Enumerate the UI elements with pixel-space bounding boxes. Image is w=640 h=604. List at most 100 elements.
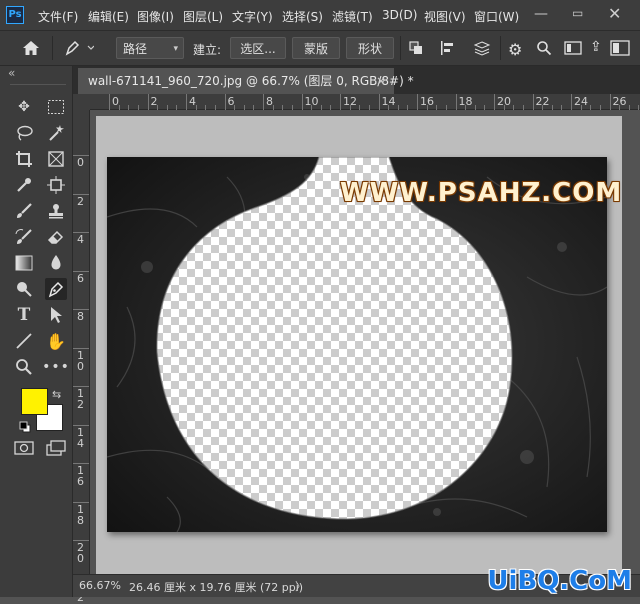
brush-tool-icon[interactable] xyxy=(13,200,35,222)
path-operations-icon[interactable] xyxy=(408,40,424,59)
ruler-tick xyxy=(73,309,89,310)
ruler-tick xyxy=(73,232,89,233)
lasso-tool-icon[interactable] xyxy=(13,122,35,144)
ruler-tick xyxy=(109,94,110,110)
ruler-tick xyxy=(609,94,611,110)
close-window-icon[interactable]: ✕ xyxy=(608,4,621,23)
menu-select[interactable]: 选择(S) xyxy=(282,8,323,25)
document-tab-title: wall-671141_960_720.jpg @ 66.7% (图层 0, R… xyxy=(88,74,414,88)
ruler-tick xyxy=(73,155,89,156)
eyedropper-tool-icon[interactable] xyxy=(13,174,35,196)
chevron-down-icon: ▾ xyxy=(173,44,178,54)
restore-icon[interactable]: ▭ xyxy=(572,6,583,20)
zoom-level[interactable]: 66.67% xyxy=(79,579,121,592)
ruler-label: 1 0 xyxy=(77,348,84,373)
blur-tool-icon[interactable] xyxy=(45,252,67,274)
minimize-icon[interactable]: — xyxy=(534,6,548,22)
path-selection-tool-icon[interactable] xyxy=(45,304,67,326)
horizontal-ruler: 0 2 4 6 8 10 12 14 16 18 20 22 24 26 xyxy=(90,94,640,110)
photoshop-logo: Ps xyxy=(6,6,24,24)
document-info: 26.46 厘米 x 19.76 厘米 (72 ppi) xyxy=(129,581,304,594)
marquee-tool-icon[interactable] xyxy=(45,96,67,118)
menu-file[interactable]: 文件(F) xyxy=(38,8,78,25)
path-alignment-icon[interactable] xyxy=(440,40,456,59)
ruler-tick xyxy=(301,94,303,110)
separator xyxy=(400,36,401,60)
panel-icon[interactable] xyxy=(610,40,630,59)
close-tab-icon[interactable]: × xyxy=(376,68,386,94)
menu-type[interactable]: 文字(Y) xyxy=(232,8,273,25)
menu-window[interactable]: 窗口(W) xyxy=(474,8,519,25)
status-menu-arrow-icon[interactable]: 〉 xyxy=(295,578,306,594)
history-brush-tool-icon[interactable] xyxy=(13,226,35,248)
mode-select[interactable]: 路径 ▾ xyxy=(116,37,184,59)
hand-tool-icon[interactable]: ✋ xyxy=(45,330,67,352)
document-tab[interactable]: wall-671141_960_720.jpg @ 66.7% (图层 0, R… xyxy=(78,68,414,94)
type-tool-icon[interactable]: T xyxy=(13,304,35,326)
ruler-origin[interactable] xyxy=(73,94,90,110)
ruler-tick xyxy=(73,193,89,195)
frame-tool-icon[interactable] xyxy=(45,148,67,170)
ruler-tick xyxy=(73,347,89,349)
make-mask-button[interactable]: 蒙版 xyxy=(292,37,340,59)
quick-mask-icon[interactable] xyxy=(13,440,35,459)
ruler-tick xyxy=(417,94,418,110)
ruler-label: 6 xyxy=(77,271,84,285)
menu-edit[interactable]: 编辑(E) xyxy=(88,8,129,25)
watermark-text: WWW.PSAHZ.COM xyxy=(340,178,623,208)
ruler-tick xyxy=(147,94,149,110)
home-icon[interactable] xyxy=(22,40,40,59)
ruler-tick xyxy=(73,270,89,272)
pen-tool-preset-icon[interactable] xyxy=(64,40,95,59)
separator xyxy=(52,36,53,60)
ruler-label: 8 xyxy=(77,310,84,323)
gear-icon[interactable]: ⚙ xyxy=(508,40,522,59)
collapse-toolbar-icon[interactable]: « xyxy=(8,66,15,80)
more-tools-icon[interactable]: ••• xyxy=(42,356,69,378)
menu-view[interactable]: 视图(V) xyxy=(424,8,466,25)
document-image[interactable] xyxy=(106,156,608,533)
magic-wand-tool-icon[interactable] xyxy=(45,122,67,144)
line-tool-icon[interactable] xyxy=(13,330,35,352)
make-shape-button[interactable]: 形状 xyxy=(346,37,394,59)
move-tool-icon[interactable]: ✥ xyxy=(13,96,35,118)
vertical-ruler: 024681 01 21 41 61 82 02 2 xyxy=(73,94,90,603)
swap-colors-icon[interactable]: ⇆ xyxy=(52,388,61,401)
search-icon[interactable] xyxy=(536,40,552,59)
ruler-tick xyxy=(532,94,534,110)
ruler-tick xyxy=(224,94,226,110)
workspace-icon[interactable] xyxy=(564,41,582,58)
ruler-tick xyxy=(340,94,341,110)
foreground-color-swatch[interactable] xyxy=(21,388,48,415)
stamp-tool-icon[interactable] xyxy=(45,200,67,222)
menu-3d[interactable]: 3D(D) xyxy=(382,8,417,22)
pen-tool-icon[interactable] xyxy=(45,278,67,300)
path-arrangement-icon[interactable] xyxy=(473,40,492,59)
make-selection-button[interactable]: 选区... xyxy=(230,37,286,59)
dodge-tool-icon[interactable] xyxy=(13,278,35,300)
ruler-tick xyxy=(571,94,572,110)
ruler-tick xyxy=(73,463,89,464)
menu-layer[interactable]: 图层(L) xyxy=(183,8,223,25)
ruler-label: 4 xyxy=(77,233,84,246)
ruler-tick xyxy=(73,501,89,503)
ruler-label: 1 8 xyxy=(77,502,84,527)
zoom-tool-icon[interactable] xyxy=(13,356,35,378)
gradient-tool-icon[interactable] xyxy=(13,252,35,274)
ruler-tick xyxy=(73,386,89,387)
ruler-tick xyxy=(186,94,187,110)
frame-measure-tool-icon[interactable] xyxy=(45,174,67,196)
toolbar-handle xyxy=(10,84,66,85)
ruler-tick xyxy=(73,424,89,426)
menu-filter[interactable]: 滤镜(T) xyxy=(332,8,373,25)
default-colors-icon[interactable] xyxy=(19,421,31,436)
ruler-label: 1 6 xyxy=(77,464,84,488)
eraser-tool-icon[interactable] xyxy=(45,226,67,248)
ruler-tick xyxy=(494,94,495,110)
screen-mode-icon[interactable] xyxy=(45,440,67,459)
menu-image[interactable]: 图像(I) xyxy=(137,8,174,25)
menu-bar: Ps 文件(F) 编辑(E) 图像(I) 图层(L) 文字(Y) 选择(S) 滤… xyxy=(0,0,640,30)
share-icon[interactable]: ⇪ xyxy=(590,39,602,55)
ruler-tick xyxy=(455,94,457,110)
crop-tool-icon[interactable] xyxy=(13,148,35,170)
